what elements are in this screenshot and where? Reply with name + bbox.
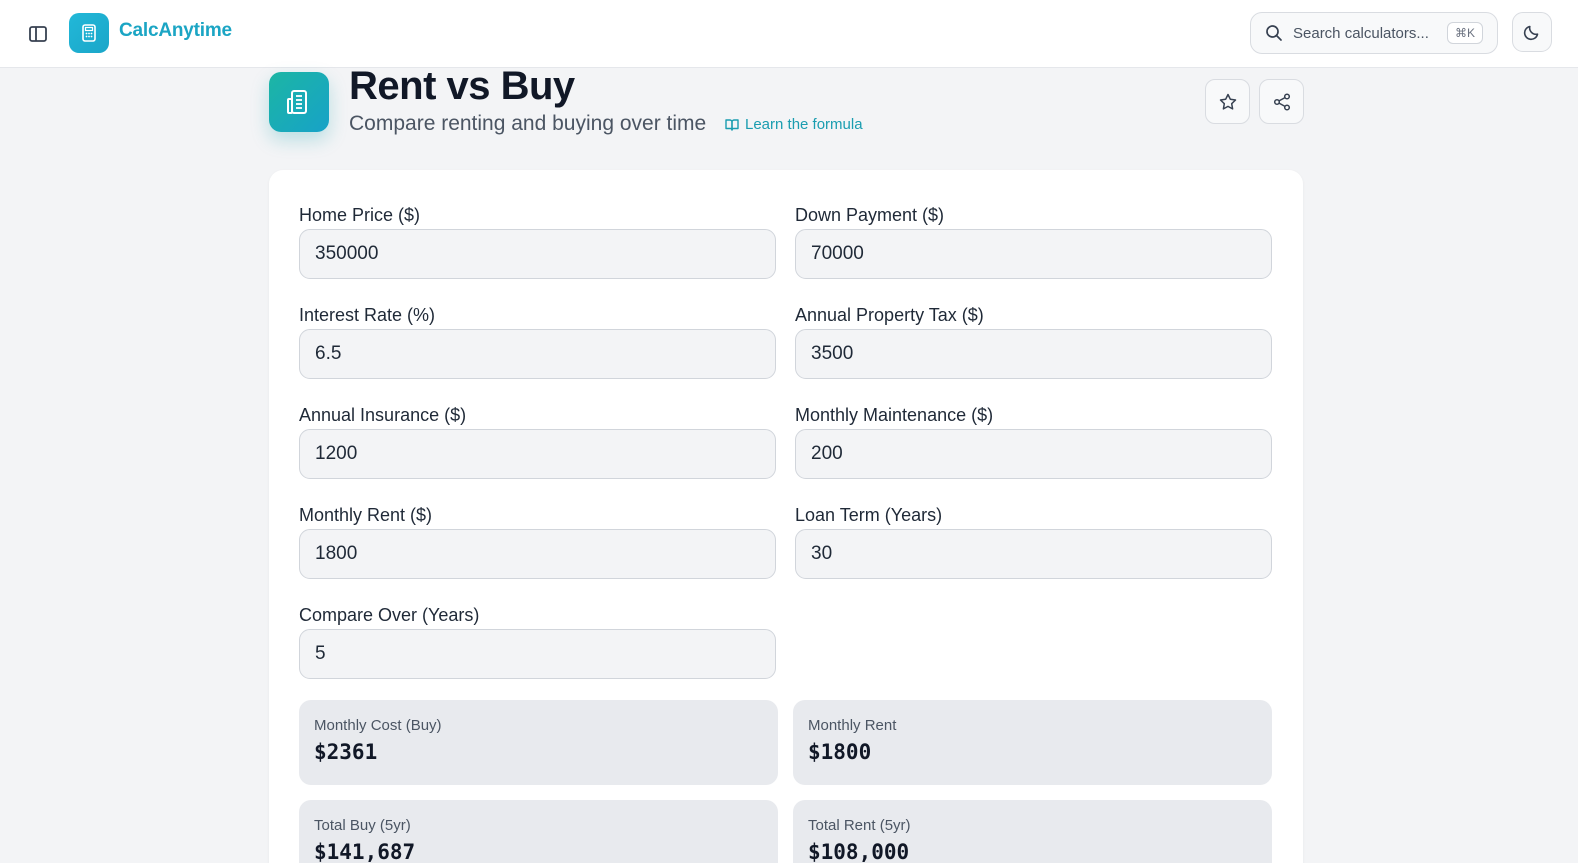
calculator-card: Home Price ($) 350000 Down Payment ($) 7… xyxy=(269,170,1303,863)
search-shortcut-badge: ⌘K xyxy=(1446,22,1483,44)
property-tax-label: Annual Property Tax ($) xyxy=(795,305,984,325)
star-icon xyxy=(1219,93,1236,110)
moon-icon xyxy=(1523,25,1539,41)
result-label: Monthly Rent xyxy=(808,717,897,734)
result-value: $2361 xyxy=(314,740,378,764)
page-icon xyxy=(269,72,329,132)
monthly-rent-label: Monthly Rent ($) xyxy=(299,505,433,525)
result-label: Total Rent (5yr) xyxy=(808,817,911,834)
result-value: $141,687 xyxy=(314,840,416,863)
result-value: $108,000 xyxy=(808,840,910,863)
maintenance-label: Monthly Maintenance ($) xyxy=(795,405,994,425)
favorite-button[interactable] xyxy=(1205,79,1250,124)
page-subtitle: Compare renting and buying over time xyxy=(349,112,707,135)
sidebar-toggle-icon xyxy=(29,26,47,42)
compare-over-label: Compare Over (Years) xyxy=(299,605,480,625)
insurance-input[interactable]: 1200 xyxy=(299,429,776,479)
building-icon xyxy=(287,90,307,114)
brand-name[interactable]: CalcAnytime xyxy=(119,20,232,42)
home-price-input[interactable]: 350000 xyxy=(299,229,776,279)
search-box[interactable]: Search calculators... ⌘K xyxy=(1250,12,1498,54)
result-total-buy: Total Buy (5yr) $141,687 xyxy=(299,800,778,863)
insurance-label: Annual Insurance ($) xyxy=(299,405,467,425)
compare-over-input[interactable]: 5 xyxy=(299,629,776,679)
theme-toggle-button[interactable] xyxy=(1512,12,1552,52)
interest-rate-label: Interest Rate (%) xyxy=(299,305,436,325)
result-monthly-cost-buy: Monthly Cost (Buy) $2361 xyxy=(299,700,778,785)
result-total-rent: Total Rent (5yr) $108,000 xyxy=(793,800,1272,863)
monthly-rent-input[interactable]: 1800 xyxy=(299,529,776,579)
share-icon xyxy=(1273,92,1290,111)
down-payment-label: Down Payment ($) xyxy=(795,205,945,225)
interest-rate-input[interactable]: 6.5 xyxy=(299,329,776,379)
property-tax-input[interactable]: 3500 xyxy=(795,329,1272,379)
result-monthly-rent: Monthly Rent $1800 xyxy=(793,700,1272,785)
loan-term-label: Loan Term (Years) xyxy=(795,505,943,525)
calculator-icon xyxy=(82,24,96,42)
page-title: Rent vs Buy xyxy=(349,64,575,108)
result-label: Monthly Cost (Buy) xyxy=(314,717,442,734)
top-bar: CalcAnytime Search calculators... ⌘K xyxy=(0,0,1578,68)
book-open-icon xyxy=(725,118,739,131)
result-value: $1800 xyxy=(808,740,872,764)
sidebar-toggle-button[interactable] xyxy=(24,20,52,48)
logo[interactable] xyxy=(69,13,109,53)
down-payment-input[interactable]: 70000 xyxy=(795,229,1272,279)
maintenance-input[interactable]: 200 xyxy=(795,429,1272,479)
home-price-label: Home Price ($) xyxy=(299,205,421,225)
search-placeholder: Search calculators... xyxy=(1293,24,1429,42)
share-button[interactable] xyxy=(1259,79,1304,124)
search-icon xyxy=(1266,25,1282,41)
loan-term-input[interactable]: 30 xyxy=(795,529,1272,579)
learn-formula-link[interactable]: Learn the formula xyxy=(724,116,863,133)
result-label: Total Buy (5yr) xyxy=(314,817,411,834)
learn-formula-label: Learn the formula xyxy=(745,116,863,133)
